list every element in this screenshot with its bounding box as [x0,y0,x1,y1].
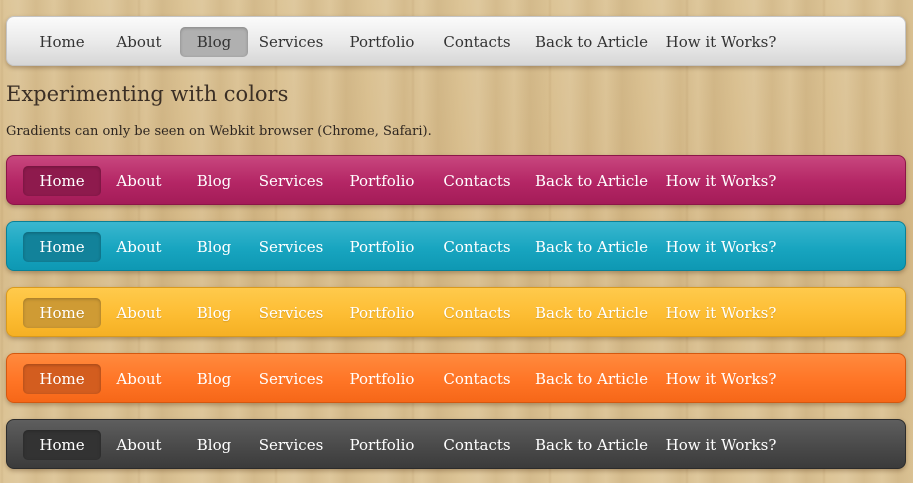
nav-item-home[interactable]: Home [23,27,101,57]
nav-item-services[interactable]: Services [255,27,327,57]
nav-item-portfolio[interactable]: Portfolio [345,232,419,262]
nav-item-blog[interactable]: Blog [180,232,248,262]
nav-item-services[interactable]: Services [255,298,327,328]
nav-item-portfolio[interactable]: Portfolio [345,27,419,57]
nav-item-home[interactable]: Home [23,298,101,328]
nav-bar-yellow: Home About Blog Services Portfolio Conta… [6,287,906,337]
page-subtext: Gradients can only be seen on Webkit bro… [6,124,432,139]
nav-bar-pink: Home About Blog Services Portfolio Conta… [6,155,906,205]
nav-item-back-to-article[interactable]: Back to Article [535,232,648,262]
nav-item-services[interactable]: Services [255,364,327,394]
nav-item-how-it-works[interactable]: How it Works? [665,166,777,196]
nav-item-contacts[interactable]: Contacts [439,232,515,262]
nav-bar-gray: Home About Blog Services Portfolio Conta… [6,16,906,66]
nav-item-how-it-works[interactable]: How it Works? [665,364,777,394]
nav-item-contacts[interactable]: Contacts [439,27,515,57]
nav-item-about[interactable]: About [105,364,173,394]
nav-item-home[interactable]: Home [23,166,101,196]
nav-item-how-it-works[interactable]: How it Works? [665,430,777,460]
nav-item-services[interactable]: Services [255,166,327,196]
nav-item-contacts[interactable]: Contacts [439,364,515,394]
nav-item-contacts[interactable]: Contacts [439,430,515,460]
nav-item-back-to-article[interactable]: Back to Article [535,27,648,57]
nav-bar-dark: Home About Blog Services Portfolio Conta… [6,419,906,469]
nav-item-how-it-works[interactable]: How it Works? [665,27,777,57]
nav-item-home[interactable]: Home [23,232,101,262]
nav-item-about[interactable]: About [105,232,173,262]
nav-item-blog[interactable]: Blog [180,298,248,328]
page-heading: Experimenting with colors [6,82,289,106]
nav-item-how-it-works[interactable]: How it Works? [665,232,777,262]
nav-item-home[interactable]: Home [23,364,101,394]
nav-item-portfolio[interactable]: Portfolio [345,166,419,196]
nav-item-back-to-article[interactable]: Back to Article [535,166,648,196]
nav-item-about[interactable]: About [105,430,173,460]
nav-item-about[interactable]: About [105,166,173,196]
nav-item-back-to-article[interactable]: Back to Article [535,298,648,328]
nav-bar-orange: Home About Blog Services Portfolio Conta… [6,353,906,403]
nav-item-blog[interactable]: Blog [180,430,248,460]
nav-bar-teal: Home About Blog Services Portfolio Conta… [6,221,906,271]
nav-item-services[interactable]: Services [255,430,327,460]
nav-item-blog[interactable]: Blog [180,27,248,57]
nav-item-portfolio[interactable]: Portfolio [345,298,419,328]
nav-item-portfolio[interactable]: Portfolio [345,430,419,460]
nav-item-back-to-article[interactable]: Back to Article [535,364,648,394]
nav-item-portfolio[interactable]: Portfolio [345,364,419,394]
nav-item-blog[interactable]: Blog [180,364,248,394]
nav-item-services[interactable]: Services [255,232,327,262]
nav-item-home[interactable]: Home [23,430,101,460]
nav-item-about[interactable]: About [105,298,173,328]
nav-item-how-it-works[interactable]: How it Works? [665,298,777,328]
nav-item-about[interactable]: About [105,27,173,57]
nav-item-contacts[interactable]: Contacts [439,166,515,196]
nav-item-contacts[interactable]: Contacts [439,298,515,328]
nav-item-back-to-article[interactable]: Back to Article [535,430,648,460]
nav-item-blog[interactable]: Blog [180,166,248,196]
